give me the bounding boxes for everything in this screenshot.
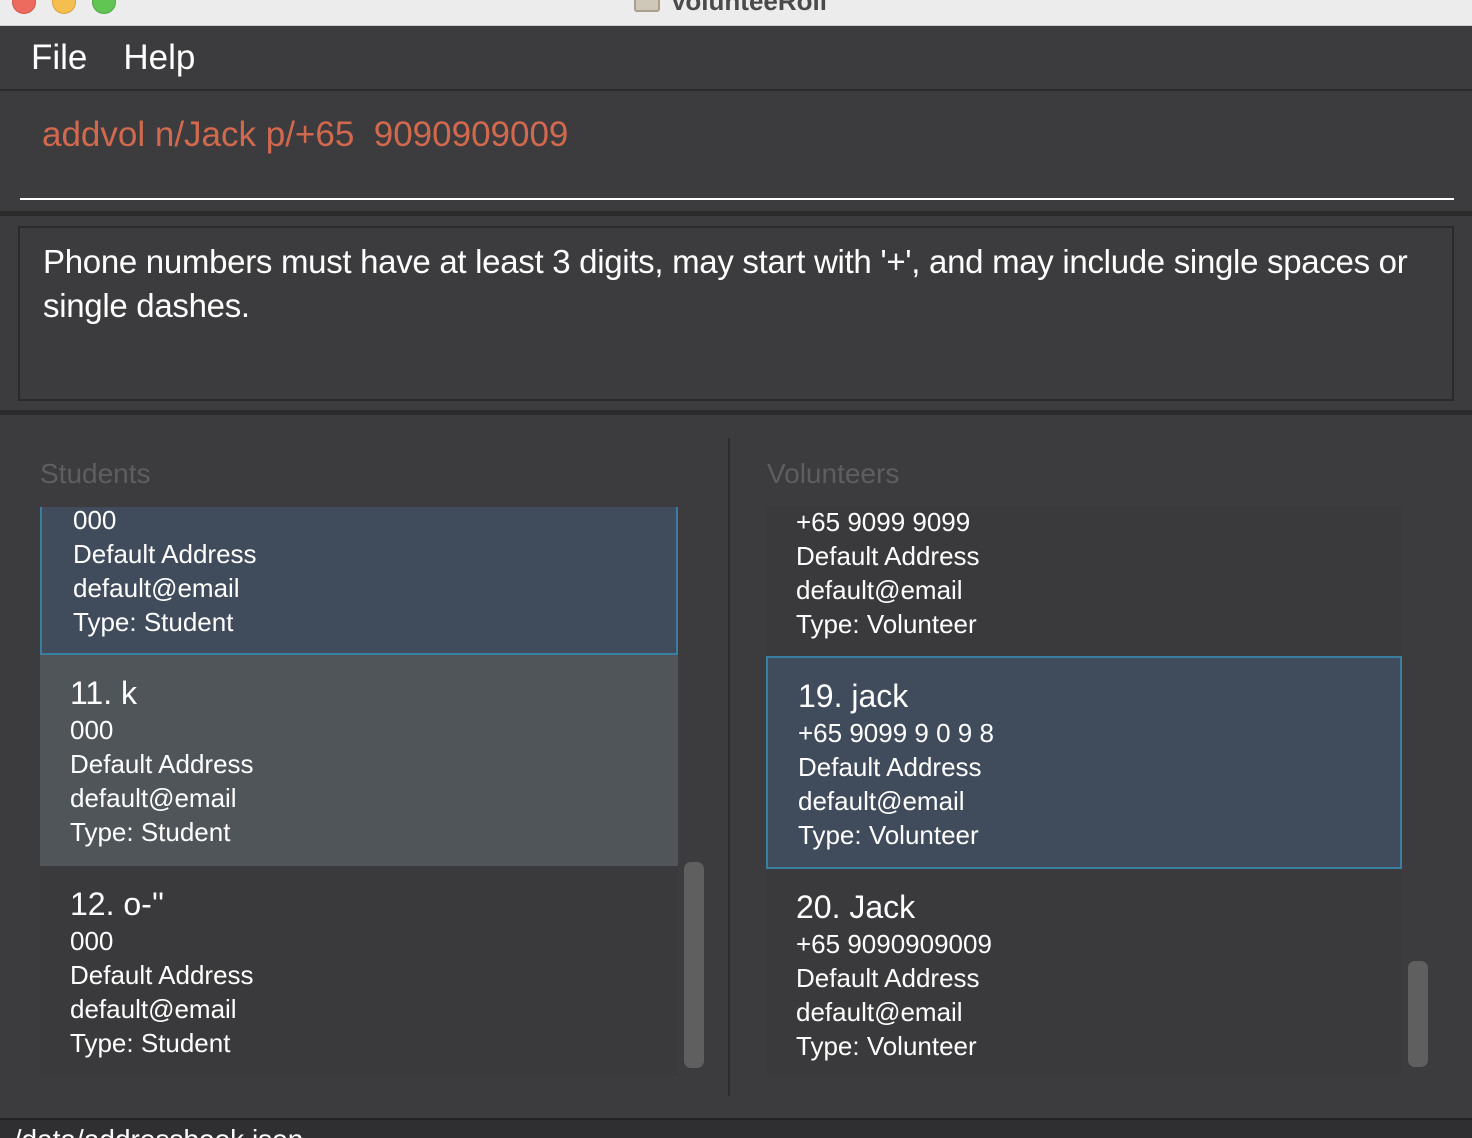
menu-file[interactable]: File [20, 38, 98, 78]
window-title: VolunteeRoll [634, 0, 827, 16]
volunteer-card[interactable]: +65 9099 9099 Default Address default@em… [766, 507, 1402, 656]
volunteers-scrollbar[interactable] [1408, 961, 1428, 1067]
volunteer-name: 19. jack [798, 678, 909, 714]
volunteer-card[interactable]: 19. jack +65 9099 9 0 9 8 Default Addres… [766, 656, 1402, 869]
student-phone: 000 [70, 715, 114, 745]
student-name: 12. o-'' [70, 886, 165, 922]
students-title: Students [40, 458, 151, 489]
command-input-underline [20, 198, 1454, 200]
student-card[interactable]: 11. k 000 Default Address default@email … [40, 655, 678, 866]
student-address: Default Address [70, 749, 254, 779]
student-type: Type: Student [70, 817, 231, 847]
student-type: Type: Student [70, 1028, 231, 1058]
volunteer-name: 20. Jack [796, 889, 916, 925]
result-message: Phone numbers must have at least 3 digit… [43, 243, 1408, 324]
student-address: Default Address [73, 539, 257, 569]
volunteer-phone: +65 9090909009 [796, 929, 992, 959]
student-card[interactable]: 000 Default Address default@email Type: … [40, 507, 678, 655]
zoom-window-button[interactable] [92, 0, 116, 14]
volunteer-phone: +65 9099 9 0 9 8 [798, 718, 994, 748]
volunteer-type: Type: Volunteer [796, 1031, 977, 1061]
result-display: Phone numbers must have at least 3 digit… [18, 226, 1454, 401]
student-phone: 000 [73, 507, 117, 535]
status-file-path: ./data/addressbook.json [6, 1124, 303, 1138]
student-card[interactable]: 12. o-'' 000 Default Address default@ema… [40, 866, 678, 1076]
student-email: default@email [70, 994, 237, 1024]
volunteer-phone: +65 9099 9099 [796, 507, 971, 537]
divider [0, 211, 1472, 216]
status-bar: ./data/addressbook.json [0, 1118, 1472, 1138]
student-name: 11. k [70, 675, 137, 711]
command-box[interactable]: addvol n/Jack p/+65 9090909009 [0, 93, 1472, 211]
command-input[interactable]: addvol n/Jack p/+65 9090909009 [42, 115, 568, 155]
menu-bar: File Help [0, 27, 1472, 91]
student-email: default@email [73, 573, 240, 603]
volunteer-type: Type: Volunteer [798, 820, 979, 850]
volunteers-title: Volunteers [767, 458, 900, 489]
volunteer-email: default@email [798, 786, 965, 816]
volunteers-list[interactable]: +65 9099 9099 Default Address default@em… [766, 507, 1402, 1076]
close-window-button[interactable] [12, 0, 36, 14]
volunteer-type: Type: Volunteer [796, 609, 977, 639]
panel-divider [728, 438, 730, 1096]
volunteer-email: default@email [796, 997, 963, 1027]
volunteer-address: Default Address [796, 541, 980, 571]
document-icon [634, 0, 660, 12]
student-phone: 000 [70, 926, 114, 956]
title-bar: VolunteeRoll [0, 0, 1472, 26]
volunteer-address: Default Address [798, 752, 982, 782]
volunteer-address: Default Address [796, 963, 980, 993]
menu-help[interactable]: Help [112, 38, 206, 78]
student-email: default@email [70, 783, 237, 813]
window-title-text: VolunteeRoll [670, 0, 827, 16]
student-address: Default Address [70, 960, 254, 990]
students-list[interactable]: 000 Default Address default@email Type: … [40, 507, 678, 1076]
volunteer-email: default@email [796, 575, 963, 605]
volunteer-card[interactable]: 20. Jack +65 9090909009 Default Address … [766, 869, 1402, 1076]
students-scrollbar[interactable] [684, 862, 704, 1068]
minimize-window-button[interactable] [52, 0, 76, 14]
student-type: Type: Student [73, 607, 234, 637]
